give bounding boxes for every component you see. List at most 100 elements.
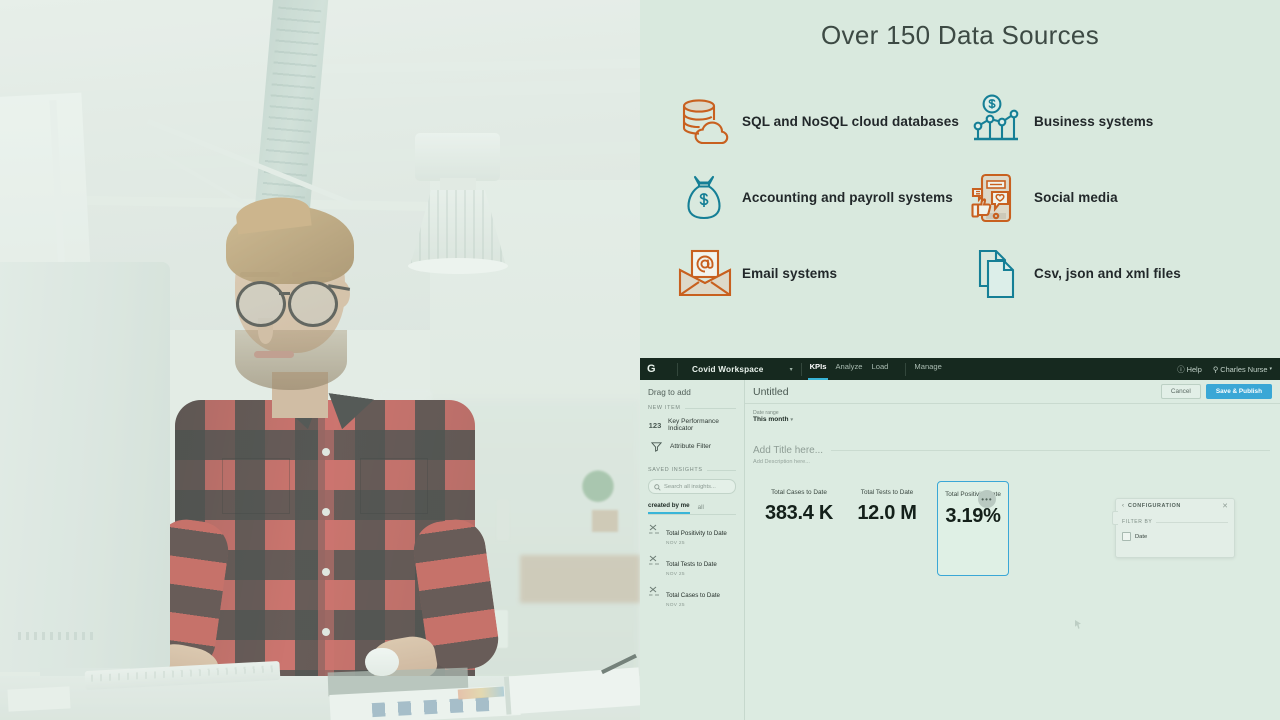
kpi-options-menu-button[interactable]: ••• (978, 490, 996, 508)
chevron-down-icon: ▾ (790, 366, 793, 373)
kpi-value: 3.19% (938, 505, 1008, 528)
insight-headline-icon (648, 522, 660, 534)
gooddata-app-window: G Covid Workspace ▾ KPIs Analyze Load Ma… (640, 358, 1280, 720)
close-icon[interactable]: ✕ (1222, 502, 1228, 510)
chevron-down-icon: ▾ (791, 417, 794, 423)
sidebar-item-attribute-filter[interactable]: Attribute Filter (648, 439, 736, 453)
money-bag-icon (668, 164, 742, 232)
nav-divider (677, 363, 678, 376)
configuration-header: ‹ CONFIGURATION ✕ (1116, 499, 1234, 513)
feature-row: Accounting and payroll systems (668, 160, 1252, 236)
feature-label: Csv, json and xml files (1034, 265, 1181, 283)
feature-item-business-systems: Business systems (960, 84, 1252, 160)
user-avatar-icon: ⚲ (1213, 365, 1218, 374)
documents-icon (960, 240, 1034, 308)
user-menu[interactable]: ⚲ Charles Nurse ▾ (1213, 365, 1272, 374)
social-phone-icon (960, 164, 1034, 232)
sidebar-item-label: Key Performance Indicator (668, 418, 736, 432)
page-title: Over 150 Data Sources (640, 20, 1280, 51)
insight-text: Total Tests to Date NOV 25 (666, 553, 717, 577)
new-item-label: NEW ITEM (648, 405, 681, 411)
list-item[interactable]: Total Cases to Date NOV 25 (648, 584, 736, 608)
search-icon (654, 478, 661, 496)
feature-label: Business systems (1034, 113, 1153, 131)
insight-text: Total Positivity to Date NOV 25 (666, 522, 727, 546)
panel-collapse-handle[interactable] (1112, 511, 1118, 525)
header-actions: Cancel Save & Publish (1161, 384, 1272, 399)
list-item[interactable]: Total Positivity to Date NOV 25 (648, 522, 736, 546)
filter-by-label: FILTER BY (1122, 519, 1152, 525)
section-rule (707, 470, 736, 471)
save-and-publish-button[interactable]: Save & Publish (1206, 384, 1272, 399)
insight-date: NOV 25 (666, 603, 720, 608)
feature-label: Accounting and payroll systems (742, 189, 953, 207)
left-sidebar: Drag to add NEW ITEM 123 Key Performance… (640, 380, 745, 720)
database-cloud-icon (668, 88, 742, 156)
date-range-value: This month (753, 416, 789, 423)
configuration-panel: ‹ CONFIGURATION ✕ FILTER BY Date (1115, 498, 1235, 558)
insight-name: Total Cases to Date (666, 592, 720, 599)
tab-all[interactable]: all (698, 504, 704, 514)
insight-date: NOV 25 (666, 541, 727, 546)
dashboard-header: Untitled Cancel Save & Publish (745, 380, 1280, 404)
new-item-section-header: NEW ITEM (648, 405, 736, 411)
app-body: Drag to add NEW ITEM 123 Key Performance… (640, 380, 1280, 720)
tab-load[interactable]: Load (872, 362, 889, 376)
photo-color-wash (0, 0, 640, 720)
office-photo (0, 0, 640, 720)
nav-divider (905, 363, 906, 376)
feature-label: Email systems (742, 265, 837, 283)
help-label: Help (1187, 365, 1202, 374)
insight-headline-icon (648, 584, 660, 596)
sidebar-item-kpi[interactable]: 123 Key Performance Indicator (648, 418, 736, 432)
filter-by-section-header: FILTER BY (1122, 519, 1228, 525)
insight-text: Total Cases to Date NOV 25 (666, 584, 720, 608)
kpi-label: Total Tests to Date (843, 489, 931, 496)
kpi-value: 12.0 M (843, 502, 931, 525)
navbar-right-group: ⓘ Help ⚲ Charles Nurse ▾ (1166, 364, 1272, 375)
feature-grid: SQL and NoSQL cloud databases (668, 84, 1252, 312)
back-chevron-icon[interactable]: ‹ (1122, 503, 1124, 509)
app-logo-icon[interactable]: G (647, 364, 669, 375)
saved-insights-label: SAVED INSIGHTS (648, 467, 703, 473)
feature-item-email: Email systems (668, 236, 960, 312)
add-title-placeholder: Add Title here... (753, 445, 823, 456)
tab-created-by-me[interactable]: created by me (648, 502, 690, 514)
add-title-row[interactable]: Add Title here... (753, 445, 1270, 456)
list-item[interactable]: Total Tests to Date NOV 25 (648, 553, 736, 577)
help-icon: ⓘ (1177, 364, 1184, 375)
tab-kpis[interactable]: KPIs (810, 362, 827, 376)
saved-insights-section-header: SAVED INSIGHTS (648, 467, 736, 473)
kpi-widget-total-cases[interactable]: Total Cases to Date 383.4 K (755, 481, 843, 525)
kpi-widget-total-positivity-rate[interactable]: Total Positivity Rate 3.19% ••• (937, 481, 1009, 576)
feature-item-accounting: Accounting and payroll systems (668, 160, 960, 236)
line-chart-dollar-icon (960, 88, 1034, 156)
mouse-cursor-icon (1075, 616, 1081, 625)
checkbox-icon[interactable] (1122, 532, 1131, 541)
date-range-picker[interactable]: Date range This month▾ (745, 404, 1280, 423)
cancel-button[interactable]: Cancel (1161, 384, 1201, 399)
filter-checkbox-date[interactable]: Date (1122, 532, 1234, 541)
feature-row: Email systems Csv, json and xml files (668, 236, 1252, 312)
kpi-widget-total-tests[interactable]: Total Tests to Date 12.0 M (843, 481, 931, 525)
search-insights-box[interactable]: Search all insights... (648, 479, 736, 494)
filter-label: Date (1135, 534, 1147, 540)
tab-manage[interactable]: Manage (914, 362, 941, 376)
user-name: Charles Nurse (1220, 365, 1267, 374)
dashboard-title[interactable]: Untitled (753, 386, 789, 398)
insight-date: NOV 25 (666, 572, 717, 577)
tab-analyze[interactable]: Analyze (835, 362, 862, 376)
funnel-icon (648, 439, 664, 453)
feature-row: SQL and NoSQL cloud databases (668, 84, 1252, 160)
add-description-placeholder[interactable]: Add Description here... (753, 459, 1280, 465)
feature-item-files: Csv, json and xml files (960, 236, 1252, 312)
help-button[interactable]: ⓘ Help (1177, 364, 1202, 375)
kpi-label: Total Positivity Rate (938, 491, 1008, 499)
workspace-selector[interactable]: Covid Workspace ▾ (686, 365, 793, 374)
email-envelope-icon (668, 240, 742, 308)
dashboard-canvas: Untitled Cancel Save & Publish Date rang… (745, 380, 1280, 720)
feature-label: Social media (1034, 189, 1118, 207)
feature-label: SQL and NoSQL cloud databases (742, 113, 959, 131)
app-top-navbar: G Covid Workspace ▾ KPIs Analyze Load Ma… (640, 358, 1280, 380)
insight-name: Total Tests to Date (666, 561, 717, 568)
